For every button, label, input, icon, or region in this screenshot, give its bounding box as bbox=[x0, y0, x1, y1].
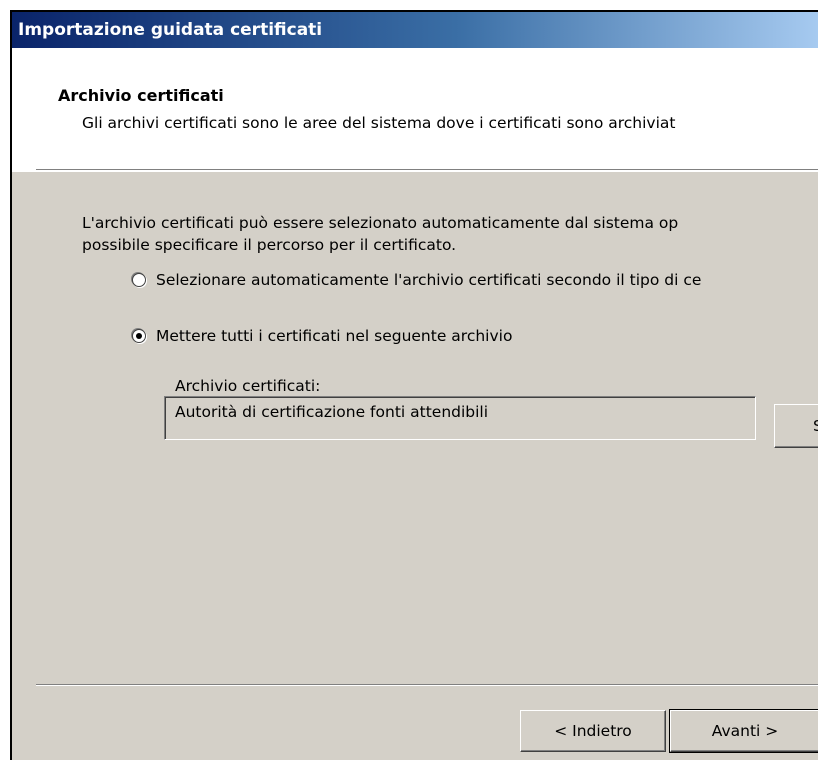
back-button[interactable]: < Indietro bbox=[520, 710, 666, 752]
intro-line-1: L'archivio certificati può essere selezi… bbox=[82, 214, 679, 232]
window-title: Importazione guidata certificati bbox=[18, 20, 323, 40]
certificate-store-value: Autorità di certificazione fonti attendi… bbox=[175, 403, 489, 421]
back-button-label: < Indietro bbox=[554, 722, 632, 740]
next-button[interactable]: Avanti > bbox=[669, 709, 818, 753]
intro-line-2: possibile specificare il percorso per il… bbox=[82, 236, 457, 254]
certificate-store-field[interactable]: Autorità di certificazione fonti attendi… bbox=[164, 396, 756, 440]
radio-place-in-store[interactable]: Mettere tutti i certificati nel seguente… bbox=[132, 324, 512, 348]
browse-button[interactable]: S bbox=[774, 404, 818, 448]
header-divider bbox=[36, 169, 818, 171]
wizard-header: Archivio certificati Gli archivi certifi… bbox=[12, 48, 818, 172]
next-button-label: Avanti > bbox=[711, 722, 779, 740]
radio-auto-select-label: Selezionare automaticamente l'archivio c… bbox=[156, 271, 702, 289]
radio-button-checked[interactable] bbox=[132, 329, 146, 343]
intro-text: L'archivio certificati può essere selezi… bbox=[82, 212, 678, 256]
browse-button-label: S bbox=[813, 417, 818, 435]
radio-place-in-store-label: Mettere tutti i certificati nel seguente… bbox=[156, 327, 513, 345]
title-bar[interactable]: Importazione guidata certificati bbox=[12, 12, 818, 48]
radio-auto-select-store[interactable]: Selezionare automaticamente l'archivio c… bbox=[132, 268, 701, 292]
certificate-store-label: Archivio certificati: bbox=[175, 377, 321, 395]
footer-divider bbox=[36, 684, 818, 686]
radio-button-unchecked[interactable] bbox=[132, 273, 146, 287]
certificate-import-wizard-window: Importazione guidata certificati Archivi… bbox=[10, 10, 818, 760]
page-title: Archivio certificati bbox=[58, 86, 224, 105]
page-description: Gli archivi certificati sono le aree del… bbox=[82, 114, 676, 132]
